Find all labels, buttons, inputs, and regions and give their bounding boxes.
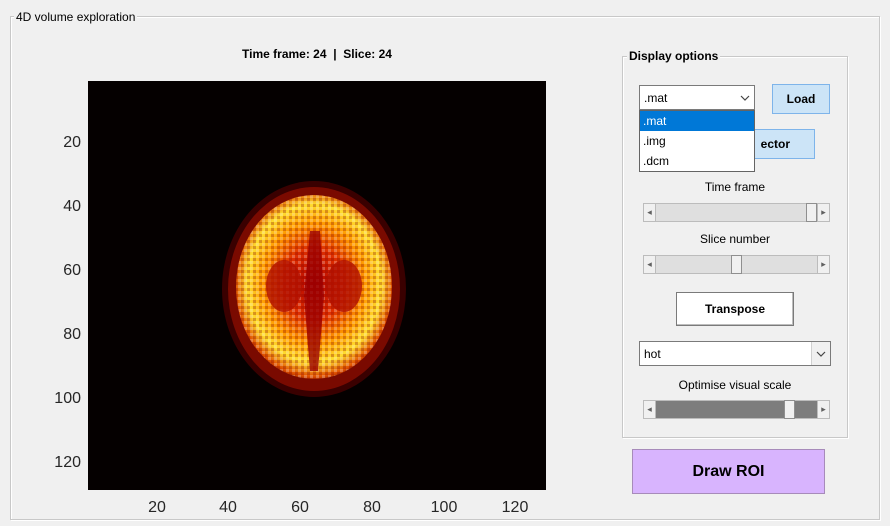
file-format-dropdown: .mat .img .dcm xyxy=(639,110,755,172)
display-options-title: Display options xyxy=(627,49,721,63)
slider-left-arrow-icon[interactable]: ◂ xyxy=(643,400,656,419)
slider-right-arrow-icon[interactable]: ▸ xyxy=(817,255,830,274)
slider-track[interactable] xyxy=(656,203,817,222)
slider-thumb[interactable] xyxy=(806,203,817,222)
x-tick-label: 80 xyxy=(363,499,381,516)
y-tick-label: 60 xyxy=(63,262,81,279)
y-tick-label: 100 xyxy=(54,390,81,407)
slice-number-label: Slice number xyxy=(699,232,771,246)
colormap-select[interactable]: hot xyxy=(639,341,831,366)
slider-thumb[interactable] xyxy=(731,255,742,274)
file-format-select[interactable]: .mat xyxy=(639,85,755,110)
slider-thumb[interactable] xyxy=(784,400,795,419)
dropdown-option-dcm[interactable]: .dcm xyxy=(640,151,754,171)
colormap-value: hot xyxy=(644,346,661,361)
x-tick-label: 100 xyxy=(430,499,458,516)
brain-slice-image xyxy=(222,181,406,397)
load-button[interactable]: Load xyxy=(772,84,830,114)
time-frame-slider[interactable]: ◂ ▸ xyxy=(643,203,830,222)
y-tick-label: 20 xyxy=(63,134,81,151)
slider-left-arrow-icon[interactable]: ◂ xyxy=(643,255,656,274)
dropdown-option-img[interactable]: .img xyxy=(640,131,754,151)
chevron-down-icon[interactable] xyxy=(736,86,754,109)
y-tick-label: 40 xyxy=(63,198,81,215)
dropdown-option-mat[interactable]: .mat xyxy=(640,111,754,131)
draw-roi-button[interactable]: Draw ROI xyxy=(632,449,825,494)
transpose-button[interactable]: Transpose xyxy=(676,292,794,326)
y-tick-label: 120 xyxy=(54,454,81,471)
x-tick-label: 120 xyxy=(501,499,529,516)
slider-left-arrow-icon[interactable]: ◂ xyxy=(643,203,656,222)
x-tick-label: 60 xyxy=(291,499,309,516)
x-tick-label: 20 xyxy=(148,499,166,516)
y-tick-label: 80 xyxy=(63,326,81,343)
visual-scale-label: Optimise visual scale xyxy=(678,378,792,392)
select-directory-button-label: ector xyxy=(760,137,790,151)
time-frame-label: Time frame xyxy=(704,180,766,194)
image-axes[interactable] xyxy=(88,81,546,490)
visual-scale-slider[interactable]: ◂ ▸ xyxy=(643,400,830,419)
axes-title: Time frame: 24 | Slice: 24 xyxy=(242,47,392,61)
chevron-down-icon[interactable] xyxy=(811,342,830,365)
exploration-panel-title: 4D volume exploration xyxy=(14,10,138,24)
slice-number-slider[interactable]: ◂ ▸ xyxy=(643,255,830,274)
slider-right-arrow-icon[interactable]: ▸ xyxy=(817,400,830,419)
x-tick-label: 40 xyxy=(219,499,237,516)
file-format-value: .mat xyxy=(644,90,668,105)
slider-right-arrow-icon[interactable]: ▸ xyxy=(817,203,830,222)
